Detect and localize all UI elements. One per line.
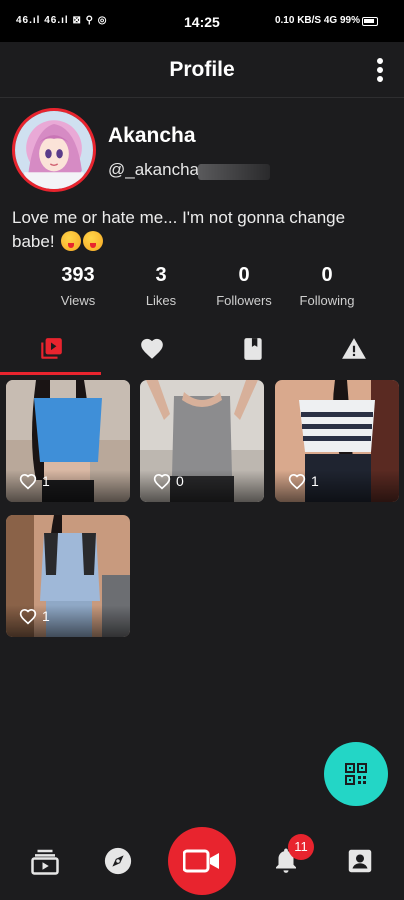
video-likes: 1: [18, 607, 50, 627]
more-vertical-icon[interactable]: [374, 56, 386, 84]
stat-label: Followers: [216, 293, 272, 308]
stat-value: 0: [321, 264, 333, 286]
heart-outline-icon: [19, 474, 37, 490]
page-title: Profile: [169, 58, 235, 81]
video-thumbnail[interactable]: 1: [6, 515, 130, 637]
video-thumbnail[interactable]: 1: [275, 380, 399, 502]
stat-label: Following: [299, 293, 355, 308]
stat-value: 3: [155, 264, 167, 286]
stat-label: Likes: [145, 293, 177, 308]
status-right-info: 0.10 KB/S 4G 99%: [274, 15, 360, 26]
video-camera-icon: [183, 849, 219, 873]
tab-saved[interactable]: [202, 326, 303, 374]
tongue-emoji-icon: [83, 231, 104, 251]
status-time: 14:25: [184, 14, 220, 30]
tongue-emoji-icon: [61, 231, 82, 251]
profile-bio: Love me or hate me... I'm not gonna chan…: [12, 206, 392, 254]
profile-tabs: [0, 326, 404, 375]
stat-value: 0: [238, 264, 250, 286]
profile-name: Akancha: [108, 124, 196, 147]
video-thumbnail[interactable]: 1: [6, 380, 130, 502]
video-like-count: 1: [311, 473, 319, 489]
video-library-icon: [41, 338, 62, 359]
stat-label: Views: [60, 293, 96, 308]
heart-outline-icon: [153, 474, 171, 490]
nav-feed[interactable]: [25, 846, 65, 878]
warning-icon: [342, 338, 366, 359]
video-likes: 1: [18, 472, 50, 492]
active-tab-indicator: [0, 372, 101, 375]
stat-following[interactable]: 0 Following: [282, 264, 372, 308]
nav-explore[interactable]: [98, 846, 138, 878]
tab-reported[interactable]: [303, 326, 404, 374]
status-left-icons: 46.ıl 46.ıl ⊠ ⚲ ◎: [16, 15, 108, 26]
stat-views[interactable]: 393 Views: [33, 264, 123, 308]
video-thumbnail[interactable]: 0: [140, 380, 264, 502]
profile-handle: @_akancha: [108, 160, 199, 179]
heart-outline-icon: [288, 474, 306, 490]
profile-icon: [348, 849, 372, 873]
compass-icon: [104, 847, 132, 875]
stat-likes[interactable]: 3 Likes: [116, 264, 206, 308]
heart-icon: [141, 338, 163, 359]
app-bar: Profile: [0, 42, 404, 98]
video-likes: 0: [152, 472, 184, 492]
tab-liked[interactable]: [101, 326, 202, 374]
handle-redaction: [198, 164, 270, 180]
stat-value: 393: [61, 264, 95, 286]
video-likes: 1: [287, 472, 319, 492]
status-bar: 46.ıl 46.ıl ⊠ ⚲ ◎ 14:25 0.10 KB/S 4G 99%: [0, 0, 404, 42]
battery-icon: [362, 17, 378, 26]
profile-stats: 393 Views 3 Likes 0 Followers 0 Followin…: [0, 264, 404, 314]
avatar[interactable]: [12, 108, 96, 192]
video-like-count: 1: [42, 473, 50, 489]
nav-profile[interactable]: [340, 846, 380, 878]
bookmark-icon: [244, 338, 262, 360]
qr-code-button[interactable]: [324, 742, 388, 806]
notification-badge: 11: [288, 834, 314, 860]
stat-followers[interactable]: 0 Followers: [199, 264, 289, 308]
heart-outline-icon: [19, 609, 37, 625]
feed-icon: [31, 849, 59, 875]
qr-code-icon: [345, 763, 367, 785]
record-video-button[interactable]: [168, 827, 236, 895]
tab-videos[interactable]: [0, 326, 101, 374]
video-like-count: 0: [176, 473, 184, 489]
bottom-navigation: 11: [0, 824, 404, 900]
video-like-count: 1: [42, 608, 50, 624]
